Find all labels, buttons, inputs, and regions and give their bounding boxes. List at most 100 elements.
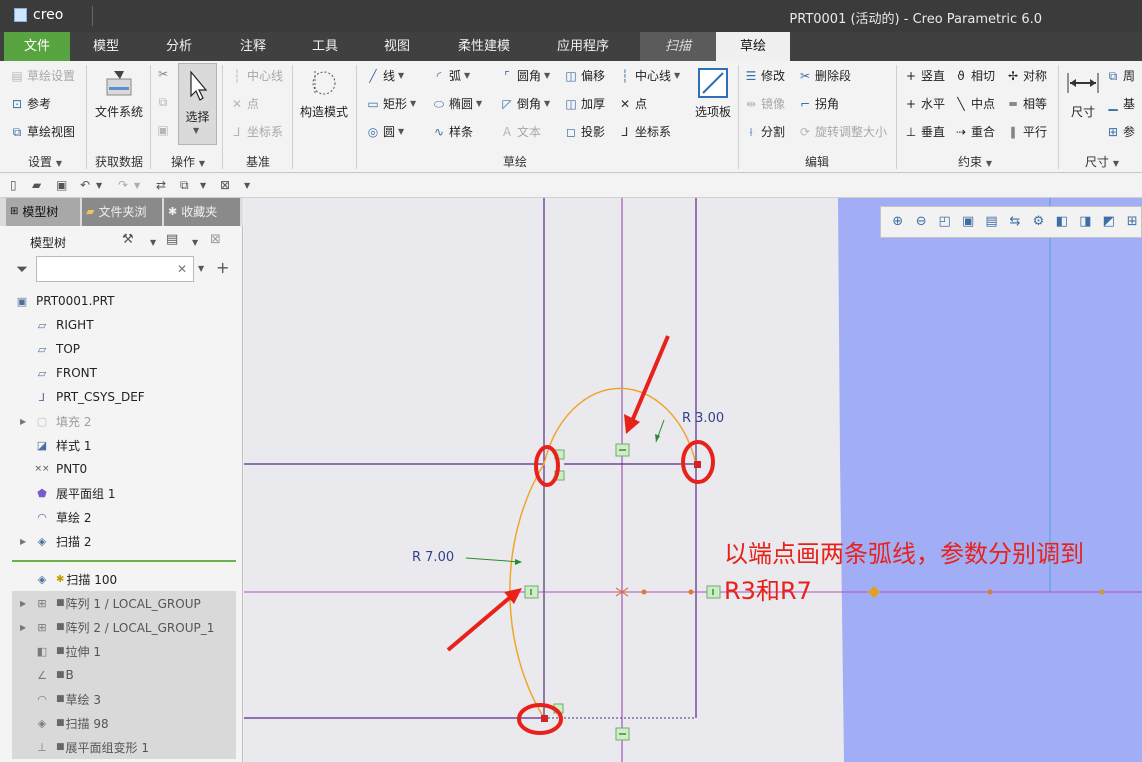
line-button[interactable]: ╱ 线 ▼ <box>366 67 404 84</box>
datum-centerline-button[interactable]: ┆ 中心线 <box>230 67 283 84</box>
new-file-icon[interactable]: ▯ <box>10 178 17 192</box>
file-system-button[interactable]: 文件系统 <box>92 67 146 120</box>
sketch-setup-button[interactable]: ▤ 草绘设置 <box>10 67 75 84</box>
arc-endpoint[interactable] <box>541 715 548 722</box>
arc-endpoint[interactable] <box>694 461 701 468</box>
dimension-r3[interactable]: R 3.00 <box>682 411 724 426</box>
saved-views-icon[interactable]: ⇆ <box>1006 213 1023 231</box>
sketch-csys-button[interactable]: ⅃ 坐标系 <box>618 123 671 140</box>
project-button[interactable]: ◻ 投影 <box>564 123 605 140</box>
equal-constraint-button[interactable]: ═ 相等 <box>1006 95 1047 112</box>
expand-arrow-icon[interactable]: ▶ <box>20 417 32 426</box>
coincident-constraint-button[interactable]: ⇢ 重合 <box>954 123 995 140</box>
group-operations[interactable]: 操作 ▼ <box>158 153 218 170</box>
zoom-in-icon[interactable]: ⊕ <box>889 213 906 231</box>
text-button[interactable]: A 文本 <box>500 123 541 140</box>
dimension-button[interactable]: 尺寸 <box>1064 67 1102 120</box>
circle-button[interactable]: ◎ 圆 ▼ <box>366 123 404 140</box>
sketch-display-icon[interactable]: ◧ <box>1053 213 1070 231</box>
dimension-r7[interactable]: R 7.00 <box>412 550 454 565</box>
datum-point-button[interactable]: ✕ 点 <box>230 95 259 112</box>
datum-display-icon[interactable]: ⚙ <box>1030 213 1047 231</box>
tree-item-style[interactable]: ◪ 样式 1 <box>0 433 236 457</box>
tab-model-tree[interactable]: ⊞ 模型树 <box>6 198 80 226</box>
repaint-icon[interactable]: ▣ <box>959 213 976 231</box>
clear-icon[interactable]: ✕ <box>177 262 187 276</box>
symmetric-constraint-button[interactable]: ✢ 对称 <box>1006 67 1047 84</box>
tab-applications[interactable]: 应用程序 <box>540 32 626 61</box>
expand-arrow-icon[interactable]: ▶ <box>20 599 32 608</box>
zoom-out-icon[interactable]: ⊖ <box>912 213 929 231</box>
chevron-down-icon[interactable]: ▼ <box>96 181 102 190</box>
customize-toolbar-icon[interactable]: ▼ <box>244 181 250 190</box>
tree-search-input[interactable]: ✕ <box>36 256 194 282</box>
tree-item-right[interactable]: ▱ RIGHT <box>0 313 236 337</box>
parallel-constraint-button[interactable]: ∥ 平行 <box>1006 123 1047 140</box>
tree-item-front[interactable]: ▱ FRONT <box>0 361 236 385</box>
refit-icon[interactable]: ◰ <box>936 213 953 231</box>
modify-button[interactable]: ☰ 修改 <box>744 67 785 84</box>
tree-item-flatten-quilt[interactable]: ⬟ 展平面组 1 <box>0 481 236 505</box>
baseline-button[interactable]: ▁ 基 <box>1106 95 1135 112</box>
fillet-button[interactable]: ⌜ 圆角 ▼ <box>500 67 550 84</box>
tree-filter-settings-icon[interactable]: ⊠ <box>210 232 221 247</box>
orientation-icon[interactable]: ⊞ <box>1124 213 1141 231</box>
close-window-icon[interactable]: ⊠ <box>220 178 230 192</box>
tree-item-top[interactable]: ▱ TOP <box>0 337 236 361</box>
perimeter-button[interactable]: ⧉ 周 <box>1106 67 1135 84</box>
tree-columns-icon[interactable]: ▤ <box>166 232 178 247</box>
midpoint-constraint-button[interactable]: ╲ 中点 <box>954 95 995 112</box>
datum-csys-button[interactable]: ⅃ 坐标系 <box>230 123 283 140</box>
construction-mode-button[interactable]: 构造模式 <box>296 67 352 120</box>
expand-arrow-icon[interactable]: ▶ <box>20 623 32 632</box>
save-icon[interactable]: ▣ <box>56 178 67 192</box>
chevron-down-icon[interactable]: ▼ <box>198 264 204 273</box>
expand-arrow-icon[interactable]: ▶ <box>20 537 32 546</box>
sketch-canvas[interactable] <box>244 198 1142 762</box>
paste-button[interactable]: ▣ <box>156 123 170 137</box>
tab-sketch[interactable]: 草绘 <box>716 32 790 61</box>
tree-item-sweep-100[interactable]: ◈ ✱ 扫描 100 <box>0 567 236 591</box>
group-setup[interactable]: 设置 ▼ <box>14 153 76 170</box>
open-file-icon[interactable]: ▰ <box>32 178 41 192</box>
tree-item-pattern-1[interactable]: ▶ ⊞ ■ 阵列 1 / LOCAL_GROUP <box>12 591 236 615</box>
tree-item-curve-b[interactable]: ∠ ■ B <box>12 663 236 687</box>
windows-icon[interactable]: ⧉ <box>180 178 189 193</box>
references-button[interactable]: ⊡ 参考 <box>10 95 51 112</box>
offset-button[interactable]: ◫ 偏移 <box>564 67 605 84</box>
arc-button[interactable]: ◜ 弧 ▼ <box>432 67 471 84</box>
chevron-down-icon[interactable]: ▼ <box>200 181 206 190</box>
tree-item-sketch-3[interactable]: ◠ ■ 草绘 3 <box>12 687 236 711</box>
mirror-button[interactable]: ⇹ 镜像 <box>744 95 785 112</box>
tree-settings-icon[interactable]: ⚒ <box>122 232 134 247</box>
tree-item-point[interactable]: ×× PNT0 <box>0 457 236 481</box>
ellipse-button[interactable]: ⬭ 椭圆 ▼ <box>432 95 482 112</box>
chevron-down-icon[interactable]: ▼ <box>150 238 156 247</box>
corner-button[interactable]: ⌐ 拐角 <box>798 95 839 112</box>
group-dimension[interactable]: 尺寸 ▼ <box>1062 153 1142 170</box>
group-constrain[interactable]: 约束 ▼ <box>900 153 1050 170</box>
view-manager-icon[interactable]: ◩ <box>1100 213 1117 231</box>
vertical-constraint-button[interactable]: + 竖直 <box>904 67 945 84</box>
tab-model[interactable]: 模型 <box>72 32 140 61</box>
graphics-window[interactable]: R 3.00 R 7.00 以端点画两条弧线，参数分别调到 R3和R7 ⊕ ⊖ … <box>244 198 1142 762</box>
horizontal-constraint-button[interactable]: + 水平 <box>904 95 945 112</box>
rotate-resize-button[interactable]: ⟳ 旋转调整大小 <box>798 123 887 140</box>
tab-view[interactable]: 视图 <box>364 32 430 61</box>
perpendicular-constraint-button[interactable]: ⊥ 垂直 <box>904 123 945 140</box>
tree-item-sweep-98[interactable]: ◈ ■ 扫描 98 <box>12 711 236 735</box>
tree-item-pattern-2[interactable]: ▶ ⊞ ■ 阵列 2 / LOCAL_GROUP_1 <box>12 615 236 639</box>
chamfer-button[interactable]: ◸ 倒角 ▼ <box>500 95 550 112</box>
tab-sweep[interactable]: 扫描 <box>640 32 716 61</box>
tab-annotate[interactable]: 注释 <box>220 32 286 61</box>
spline-button[interactable]: ∿ 样条 <box>432 123 473 140</box>
add-icon[interactable]: + <box>216 258 229 277</box>
select-button[interactable]: 选择 ▼ <box>178 63 217 145</box>
rectangle-button[interactable]: ▭ 矩形 ▼ <box>366 95 416 112</box>
perspective-icon[interactable]: ◨ <box>1077 213 1094 231</box>
divide-button[interactable]: ⟊ 分割 <box>744 123 785 140</box>
tree-item-extrude[interactable]: ◧ ■ 拉伸 1 <box>12 639 236 663</box>
cut-button[interactable]: ✂ <box>156 67 170 81</box>
thicken-button[interactable]: ◫ 加厚 <box>564 95 605 112</box>
sketch-view-button[interactable]: ⧉ 草绘视图 <box>10 123 75 140</box>
